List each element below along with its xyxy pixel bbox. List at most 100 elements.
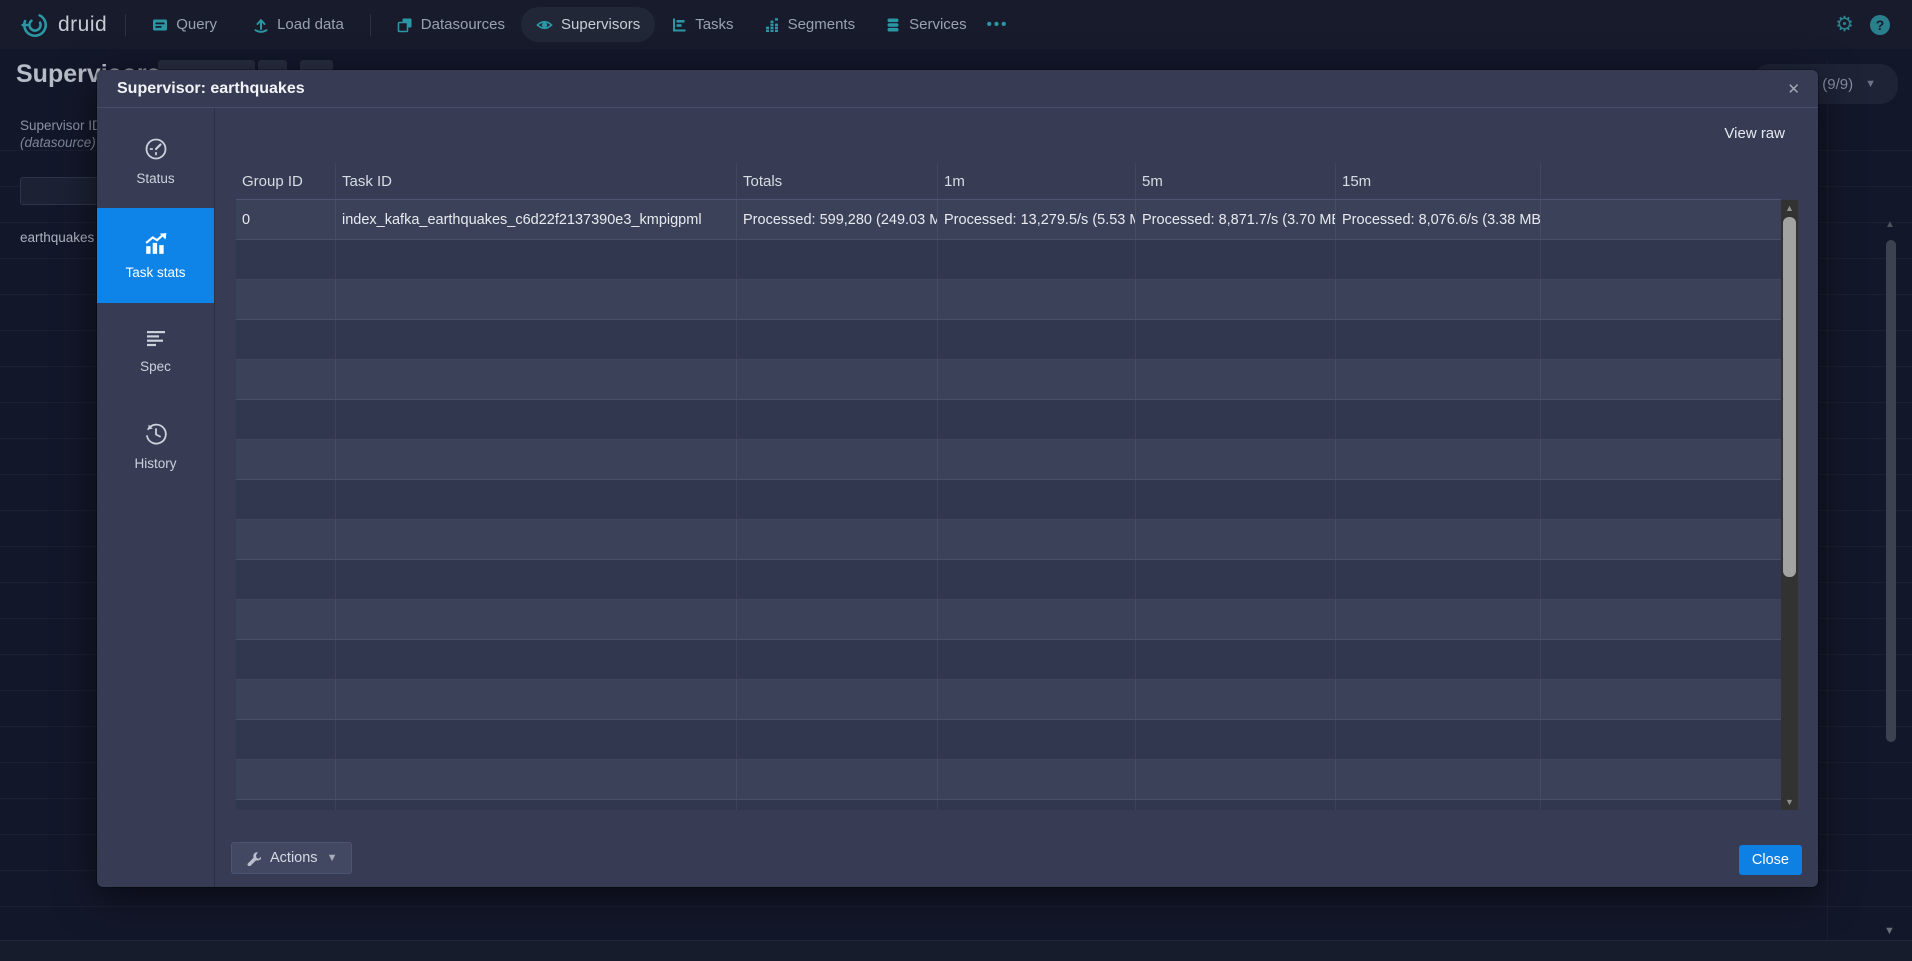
scrollbar-thumb[interactable]: [1783, 217, 1796, 577]
help-icon[interactable]: ?: [1870, 15, 1890, 35]
column-header[interactable]: 15m: [1335, 163, 1540, 199]
table-cell: [236, 760, 335, 799]
table-cell: [736, 240, 937, 279]
logo-text: druid: [58, 13, 107, 37]
table-row-empty: [236, 640, 1781, 680]
scrollbar-up-icon[interactable]: ▲: [1781, 203, 1798, 213]
column-header[interactable]: Totals: [736, 163, 937, 199]
table-cell: [1540, 320, 1781, 359]
chevron-down-icon: ▼: [1865, 78, 1876, 90]
table-cell: [1540, 280, 1781, 319]
nav-item-segments[interactable]: Segments: [764, 16, 856, 33]
table-cell: [1335, 320, 1540, 359]
table-cell: [937, 640, 1135, 679]
nav-item-label: Query: [176, 16, 217, 33]
table-cell: [1540, 760, 1781, 799]
datasources-icon: [397, 17, 413, 33]
tab-history[interactable]: History: [97, 398, 214, 493]
table-cell: [937, 480, 1135, 519]
table-cell: [1135, 360, 1335, 399]
nav-item-load-data[interactable]: Load data: [253, 16, 344, 33]
nav-item-datasources[interactable]: Datasources: [397, 16, 505, 33]
druid-console: Supervisors Supervisor ID (datasource) e…: [0, 0, 1912, 961]
tab-status[interactable]: Status: [97, 113, 214, 208]
table-row-empty: [236, 320, 1781, 360]
table-cell: [236, 520, 335, 559]
nav-item-services[interactable]: Services: [885, 16, 967, 33]
task-stats-table: Group IDTask IDTotals1m5m15m 0index_kafk…: [236, 163, 1781, 810]
table-cell: [736, 480, 937, 519]
druid-logo[interactable]: druid: [20, 10, 107, 40]
table-row-empty: [236, 760, 1781, 800]
table-cell: [736, 680, 937, 719]
nav-item-label: Load data: [277, 16, 344, 33]
table-cell: [1335, 680, 1540, 719]
table-cell: [1540, 680, 1781, 719]
table-cell: [236, 640, 335, 679]
table-cell: [736, 800, 937, 810]
history-icon: [143, 421, 169, 447]
table-cell: [236, 240, 335, 279]
table-cell: [937, 360, 1135, 399]
spec-align-left-icon: [143, 328, 169, 350]
column-header[interactable]: Task ID: [335, 163, 736, 199]
table-cell: [736, 720, 937, 759]
nav-item-label: Tasks: [695, 16, 733, 33]
table-row-empty: [236, 440, 1781, 480]
close-icon[interactable]: ✕: [1787, 80, 1800, 98]
nav-item-tasks[interactable]: Tasks: [671, 16, 733, 33]
table-cell: [236, 600, 335, 639]
table-cell: [1335, 560, 1540, 599]
table-cell: [1335, 240, 1540, 279]
table-row-empty: [236, 400, 1781, 440]
gear-icon[interactable]: ⚙: [1835, 14, 1854, 35]
background-scrollbar-down-icon[interactable]: ▼: [1884, 925, 1895, 937]
background-scrollbar-thumb[interactable]: [1886, 240, 1896, 742]
dialog-side-tabs: Status Task stats: [97, 108, 215, 887]
table-cell: [1540, 520, 1781, 559]
table-scrollbar[interactable]: ▲ ▼: [1781, 200, 1798, 810]
tab-label: Spec: [140, 359, 171, 374]
table-row-empty: [236, 800, 1781, 810]
column-header[interactable]: Group ID: [236, 163, 335, 199]
table-cell: [937, 680, 1135, 719]
supervisors-eye-icon: [536, 17, 553, 33]
close-button[interactable]: Close: [1739, 845, 1802, 875]
nav-item-label: Supervisors: [561, 16, 640, 33]
table-cell: [236, 680, 335, 719]
actions-button[interactable]: Actions ▼: [231, 842, 352, 874]
table-cell: [1135, 280, 1335, 319]
table-row-empty: [236, 520, 1781, 560]
table-cell: [1135, 560, 1335, 599]
scrollbar-down-icon[interactable]: ▼: [1781, 797, 1798, 807]
tab-label: Status: [136, 171, 174, 186]
table-cell: [1135, 480, 1335, 519]
table-cell: [937, 400, 1135, 439]
tab-label: History: [134, 456, 176, 471]
nav-item-supervisors[interactable]: Supervisors: [521, 7, 655, 42]
chevron-down-icon: ▼: [327, 852, 338, 864]
table-cell: 0: [236, 200, 335, 239]
view-raw-link[interactable]: View raw: [1724, 125, 1785, 142]
table-cell: [236, 440, 335, 479]
nav-item-query[interactable]: Query: [152, 16, 217, 33]
table-cell: [1540, 400, 1781, 439]
background-grid-line: [1827, 59, 1828, 940]
table-cell: [1135, 600, 1335, 639]
column-header[interactable]: 1m: [937, 163, 1135, 199]
table-cell: [1335, 640, 1540, 679]
table-cell: [937, 720, 1135, 759]
nav-more-icon[interactable]: •••: [987, 16, 1009, 33]
background-scrollbar-up-icon: ▲: [1885, 219, 1895, 230]
table-cell: [1335, 360, 1540, 399]
tab-task-stats[interactable]: Task stats: [97, 208, 214, 303]
background-table-cell: earthquakes: [20, 230, 94, 245]
table-cell: [937, 760, 1135, 799]
table-row-empty: [236, 720, 1781, 760]
table-row-empty: [236, 680, 1781, 720]
table-row-empty: [236, 280, 1781, 320]
tab-spec[interactable]: Spec: [97, 303, 214, 398]
table-cell: [736, 280, 937, 319]
column-header[interactable]: 5m: [1135, 163, 1335, 199]
table-cell: [1135, 720, 1335, 759]
